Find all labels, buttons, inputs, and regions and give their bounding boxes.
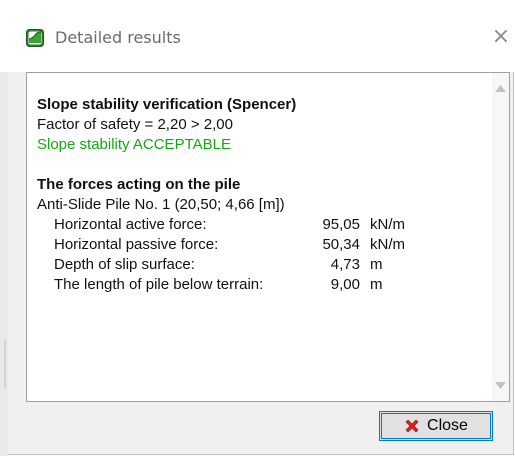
force-unit: m xyxy=(370,256,383,273)
section-heading-stability: Slope stability verification (Spencer) xyxy=(37,96,297,113)
force-value: 9,00 xyxy=(330,276,360,293)
title-bar[interactable]: Detailed results × xyxy=(0,0,514,72)
dialog-title: Detailed results xyxy=(55,28,181,47)
close-icon[interactable]: × xyxy=(489,24,513,49)
force-value: 95,05 xyxy=(322,216,360,233)
background-edge-mark xyxy=(4,340,6,388)
vertical-scrollbar[interactable] xyxy=(492,73,509,401)
stability-status: Slope stability ACCEPTABLE xyxy=(37,136,231,153)
force-value: 4,73 xyxy=(330,256,360,273)
dialog-window: Detailed results × Slope stability verif… xyxy=(0,0,514,456)
force-label: Depth of slip surface: xyxy=(54,256,195,273)
force-unit: m xyxy=(370,276,383,293)
arrow-up-icon[interactable] xyxy=(495,83,506,94)
results-panel: Slope stability verification (Spencer) F… xyxy=(26,72,510,402)
force-row: Horizontal active force: 95,05 kN/m xyxy=(37,215,430,235)
arrow-down-icon[interactable] xyxy=(495,380,506,391)
force-row: The length of pile below terrain: 9,00 m xyxy=(37,275,430,295)
close-button[interactable]: Close xyxy=(379,411,493,441)
force-label: The length of pile below terrain: xyxy=(54,276,264,293)
results-text: Slope stability verification (Spencer) F… xyxy=(37,95,430,295)
force-row: Depth of slip surface: 4,73 m xyxy=(37,255,430,275)
force-value: 50,34 xyxy=(322,236,360,253)
app-icon xyxy=(26,29,44,47)
force-label: Horizontal passive force: xyxy=(54,236,219,253)
factor-of-safety-line: Factor of safety = 2,20 > 2,00 xyxy=(37,116,233,133)
section-heading-forces: The forces acting on the pile xyxy=(37,176,241,193)
red-x-icon xyxy=(404,418,420,434)
force-unit: kN/m xyxy=(370,236,405,253)
pile-identifier: Anti-Slide Pile No. 1 (20,50; 4,66 [m]) xyxy=(37,196,285,213)
close-button-label: Close xyxy=(427,417,468,434)
force-row: Horizontal passive force: 50,34 kN/m xyxy=(37,235,430,255)
force-unit: kN/m xyxy=(370,216,405,233)
force-label: Horizontal active force: xyxy=(54,216,207,233)
